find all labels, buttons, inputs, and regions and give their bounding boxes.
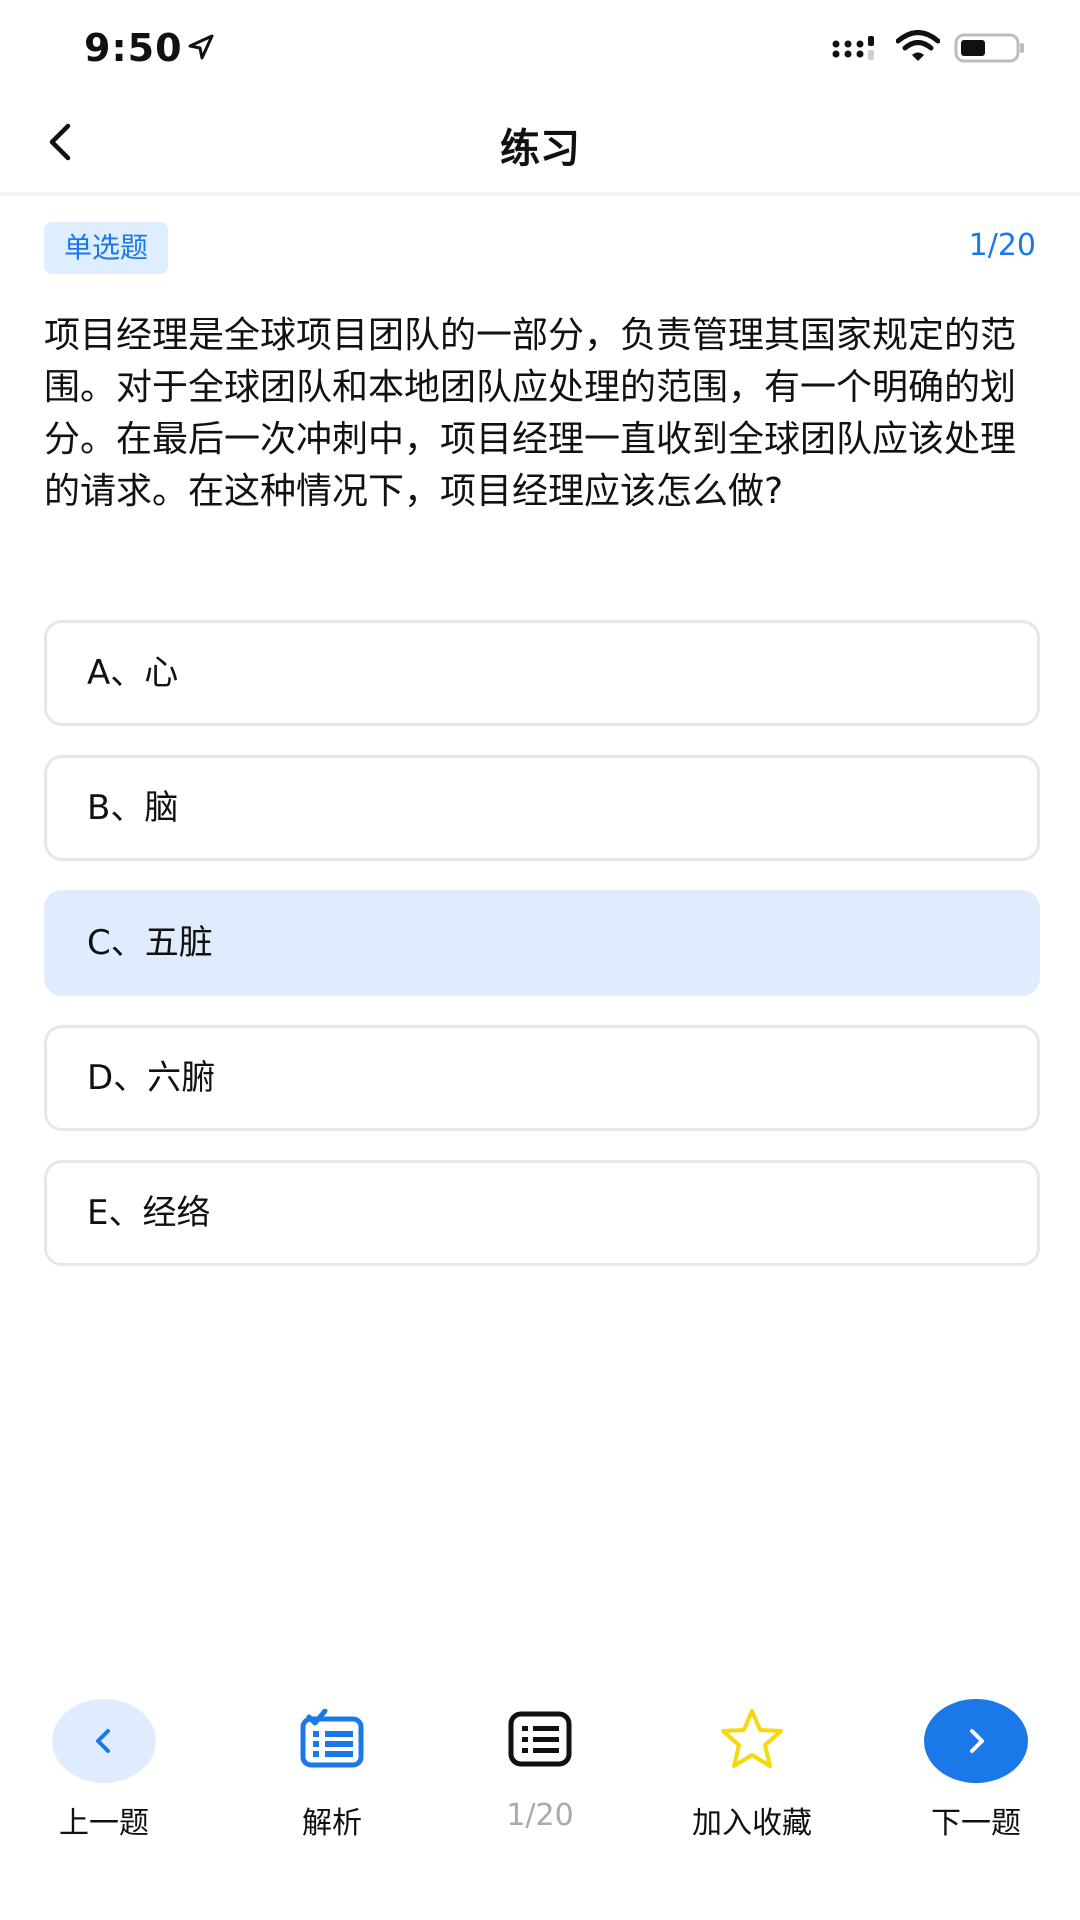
question-list-progress: 1/20	[506, 1798, 574, 1833]
star-icon	[717, 1707, 787, 1775]
option-label: A、心	[87, 653, 179, 693]
prev-question-label: 上一题	[59, 1806, 149, 1841]
add-favorite-label: 加入收藏	[692, 1806, 812, 1841]
analysis-label: 解析	[302, 1806, 362, 1841]
option-label: C、五脏	[87, 923, 213, 963]
option-c[interactable]: C、五脏	[44, 890, 1040, 996]
page-title: 练习	[500, 126, 580, 172]
analysis-button[interactable]: 解析	[242, 1680, 422, 1842]
option-label: B、脑	[87, 788, 179, 828]
option-e[interactable]: E、经络	[44, 1160, 1040, 1266]
battery-icon	[954, 32, 1026, 68]
question-text: 项目经理是全球项目团队的一部分，负责管理其国家规定的范围。对于全球团队和本地团队…	[44, 315, 1017, 512]
option-label: D、六腑	[87, 1058, 216, 1098]
location-arrow-icon	[186, 32, 216, 66]
checklist-icon	[299, 1708, 365, 1773]
question-list-button[interactable]: 1/20	[450, 1680, 630, 1833]
add-favorite-button[interactable]: 加入收藏	[662, 1680, 842, 1842]
next-question-label: 下一题	[931, 1806, 1021, 1841]
question-type-badge: 单选题	[44, 222, 169, 274]
list-icon	[507, 1710, 573, 1772]
cellular-signal-icon	[832, 34, 880, 66]
next-question-button[interactable]: 下一题	[886, 1680, 1066, 1842]
status-bar: 9:50	[0, 0, 1080, 96]
question-progress: 1/20	[968, 228, 1036, 263]
nav-bar: 练习	[0, 96, 1080, 196]
chevron-right-icon	[924, 1699, 1028, 1783]
option-b[interactable]: B、脑	[44, 755, 1040, 861]
prev-question-button[interactable]: 上一题	[14, 1680, 194, 1842]
option-a[interactable]: A、心	[44, 620, 1040, 726]
option-d[interactable]: D、六腑	[44, 1025, 1040, 1131]
bottom-toolbar: 上一题 解析 1/20 加入收藏 下一题	[0, 1680, 1080, 1860]
chevron-left-icon	[52, 1699, 156, 1783]
option-label: E、经络	[87, 1193, 211, 1233]
wifi-icon	[895, 30, 941, 66]
status-time: 9:50	[84, 26, 183, 70]
